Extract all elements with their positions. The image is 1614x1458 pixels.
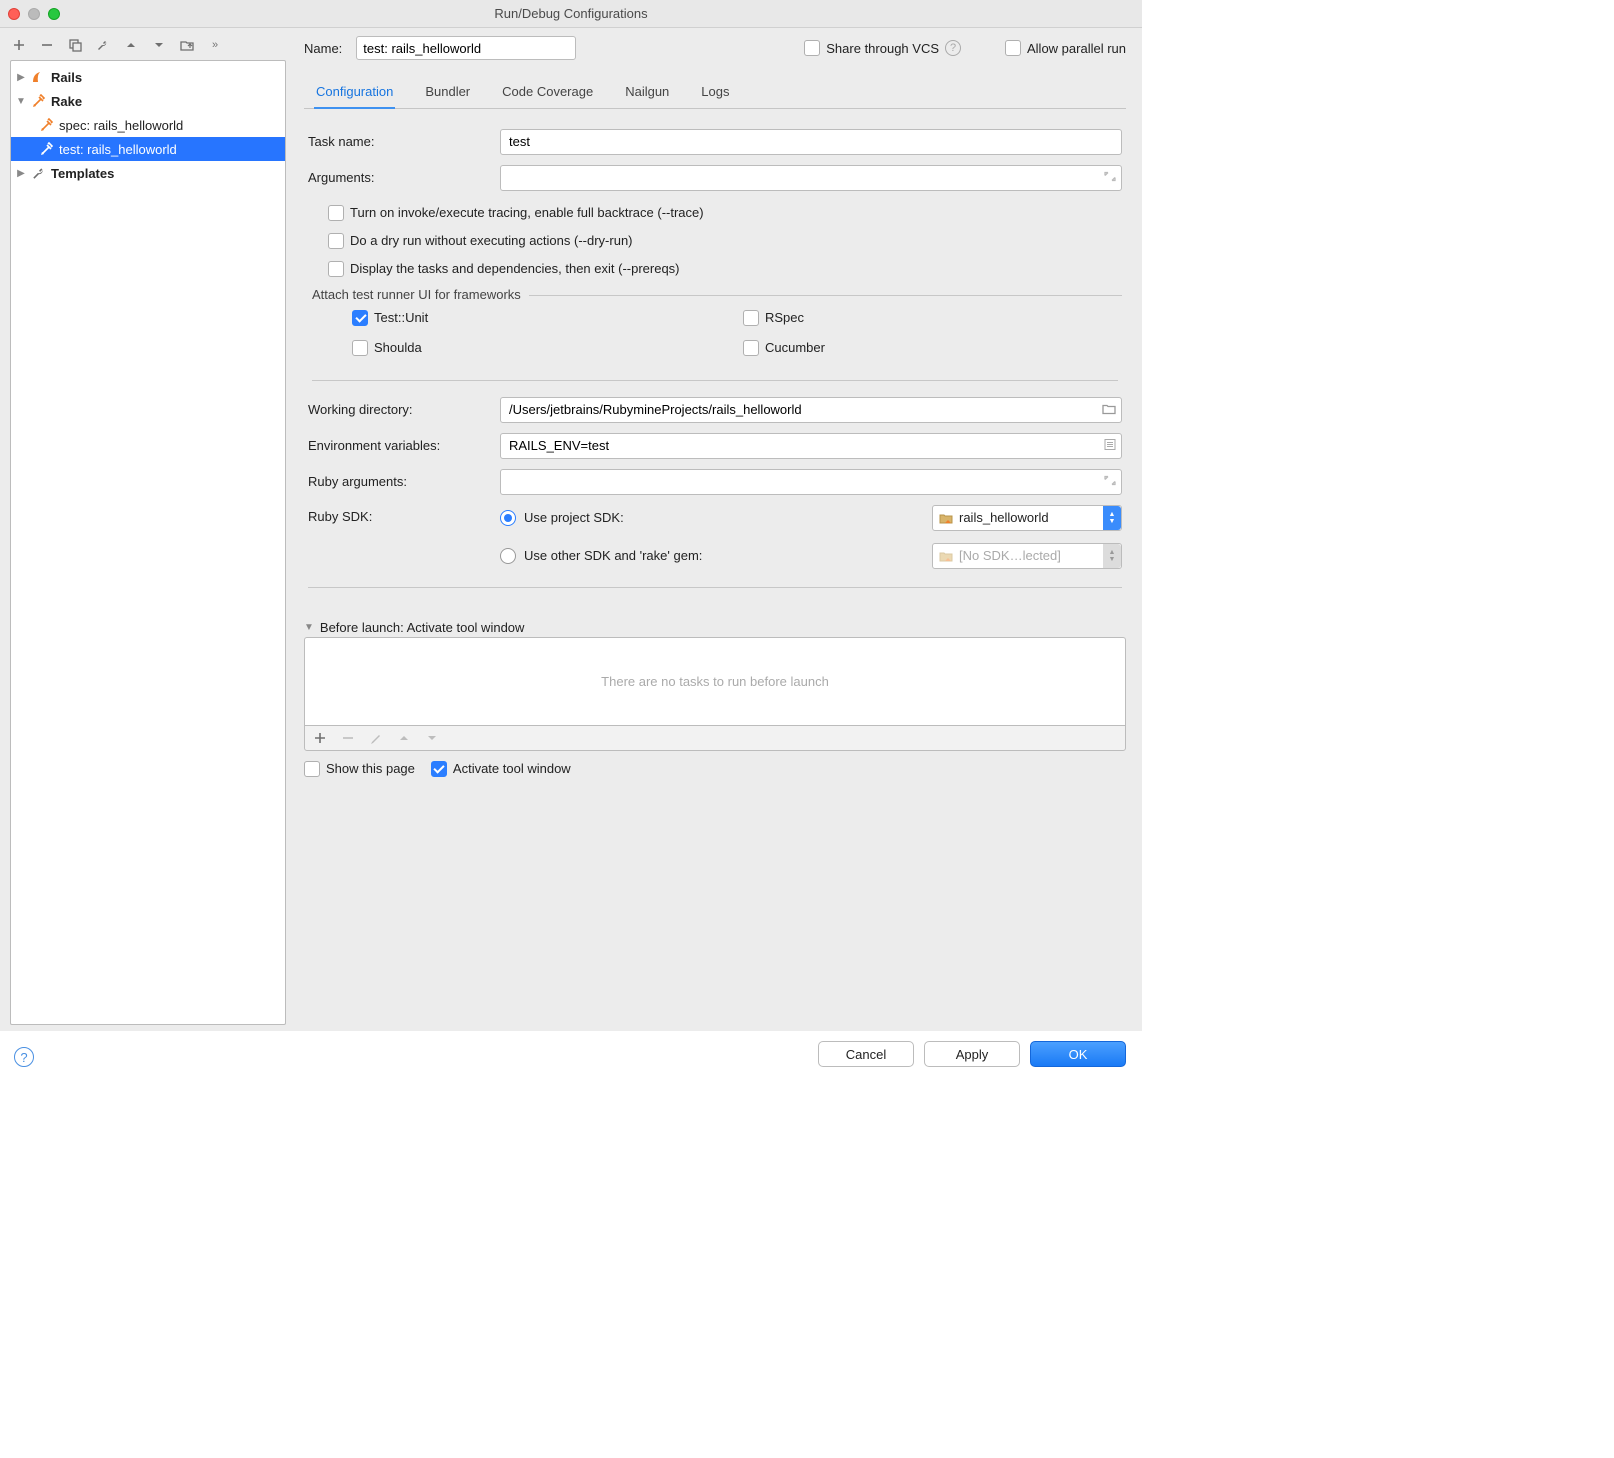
task-name-input[interactable] [500, 129, 1122, 155]
folder-icon [939, 550, 953, 562]
show-page-checkbox[interactable] [304, 761, 320, 777]
share-vcs-label: Share through VCS [826, 41, 939, 56]
env-vars-input[interactable] [500, 433, 1122, 459]
folder-icon [939, 512, 953, 524]
tree-item-templates[interactable]: ▶ Templates [11, 161, 285, 185]
arguments-input[interactable] [500, 165, 1122, 191]
chevron-down-icon[interactable]: ▼ [304, 622, 314, 633]
working-dir-label: Working directory: [308, 402, 490, 417]
chevron-right-icon: ▶ [15, 72, 27, 83]
tabs: Configuration Bundler Code Coverage Nail… [304, 78, 1126, 109]
env-vars-label: Environment variables: [308, 438, 490, 453]
add-icon[interactable] [12, 38, 26, 52]
wrench-icon [31, 165, 47, 181]
prereqs-checkbox[interactable] [328, 261, 344, 277]
tree-item-test[interactable]: test: rails_helloworld [11, 137, 285, 161]
titlebar: Run/Debug Configurations [0, 0, 1142, 28]
help-icon[interactable]: ? [945, 40, 961, 56]
add-icon[interactable] [313, 731, 327, 745]
rake-icon [39, 117, 55, 133]
move-up-icon [397, 731, 411, 745]
tab-bundler[interactable]: Bundler [423, 78, 472, 108]
share-vcs-checkbox[interactable] [804, 40, 820, 56]
tree-item-spec[interactable]: spec: rails_helloworld [11, 113, 285, 137]
before-launch-header: Before launch: Activate tool window [320, 620, 525, 635]
use-other-sdk-radio[interactable] [500, 548, 516, 564]
apply-button[interactable]: Apply [924, 1041, 1020, 1067]
copy-icon[interactable] [68, 38, 82, 52]
frameworks-fieldset: Attach test runner UI for frameworks Tes… [312, 295, 1122, 364]
rake-icon [39, 141, 55, 157]
remove-icon[interactable] [40, 38, 54, 52]
maximize-window-button[interactable] [48, 8, 60, 20]
ok-button[interactable]: OK [1030, 1041, 1126, 1067]
shoulda-checkbox[interactable] [352, 340, 368, 356]
tree-item-rails[interactable]: ▶ Rails [11, 65, 285, 89]
configuration-tree: ▶ Rails ▼ Rake spec: rails_helloworld te… [10, 60, 286, 1025]
task-name-label: Task name: [308, 134, 490, 149]
dry-run-checkbox[interactable] [328, 233, 344, 249]
allow-parallel-label: Allow parallel run [1027, 41, 1126, 56]
folder-icon[interactable] [1102, 402, 1116, 417]
other-sdk-dropdown: [No SDK…lected] ▲▼ [932, 543, 1122, 569]
rspec-checkbox[interactable] [743, 310, 759, 326]
test-unit-checkbox[interactable] [352, 310, 368, 326]
tab-logs[interactable]: Logs [699, 78, 731, 108]
window-title: Run/Debug Configurations [494, 6, 647, 21]
tree-item-rake[interactable]: ▼ Rake [11, 89, 285, 113]
cucumber-checkbox[interactable] [743, 340, 759, 356]
activate-window-checkbox[interactable] [431, 761, 447, 777]
chevron-right-icon: ▶ [15, 168, 27, 179]
list-icon[interactable] [1104, 438, 1116, 453]
chevron-down-icon: ▼ [15, 96, 27, 107]
arguments-label: Arguments: [308, 170, 490, 185]
save-folder-icon[interactable] [180, 38, 194, 52]
expand-icon[interactable] [1104, 474, 1116, 489]
rails-icon [31, 69, 47, 85]
trace-checkbox[interactable] [328, 205, 344, 221]
tab-code-coverage[interactable]: Code Coverage [500, 78, 595, 108]
move-down-icon[interactable] [152, 38, 166, 52]
name-input[interactable] [356, 36, 576, 60]
sidebar-toolbar: » [10, 34, 286, 60]
frameworks-legend: Attach test runner UI for frameworks [312, 287, 529, 302]
wrench-icon[interactable] [96, 38, 110, 52]
cancel-button[interactable]: Cancel [818, 1041, 914, 1067]
rake-icon [31, 93, 47, 109]
before-launch-list: There are no tasks to run before launch [304, 637, 1126, 725]
remove-icon [341, 731, 355, 745]
name-label: Name: [304, 41, 342, 56]
tab-nailgun[interactable]: Nailgun [623, 78, 671, 108]
minimize-window-button [28, 8, 40, 20]
ruby-args-input[interactable] [500, 469, 1122, 495]
expand-icon[interactable] [1104, 170, 1116, 185]
help-button[interactable]: ? [14, 1047, 34, 1067]
project-sdk-dropdown[interactable]: rails_helloworld ▲▼ [932, 505, 1122, 531]
allow-parallel-checkbox[interactable] [1005, 40, 1021, 56]
more-icon[interactable]: » [208, 38, 222, 52]
close-window-button[interactable] [8, 8, 20, 20]
working-dir-input[interactable] [500, 397, 1122, 423]
edit-icon [369, 731, 383, 745]
ruby-args-label: Ruby arguments: [308, 474, 490, 489]
use-project-sdk-radio[interactable] [500, 510, 516, 526]
move-up-icon[interactable] [124, 38, 138, 52]
ruby-sdk-label: Ruby SDK: [308, 505, 490, 524]
tab-configuration[interactable]: Configuration [314, 78, 395, 109]
move-down-icon [425, 731, 439, 745]
